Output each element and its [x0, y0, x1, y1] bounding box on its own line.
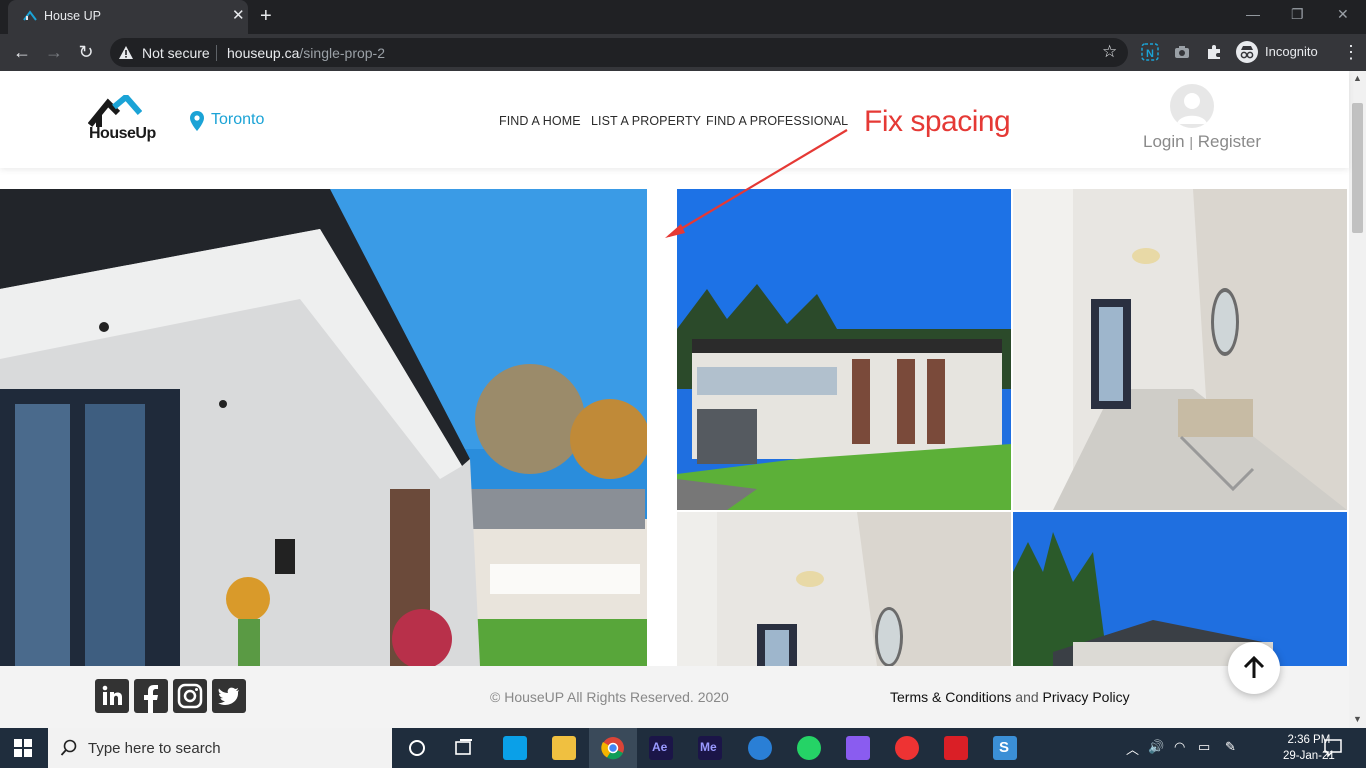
house-side-photo — [1013, 512, 1347, 666]
windows-start-icon[interactable] — [14, 739, 32, 757]
warning-icon — [119, 46, 133, 59]
extensions-puzzle-icon[interactable] — [1204, 42, 1224, 62]
foyer-photo-alt — [677, 512, 1011, 666]
copyright-text: © HouseUP All Rights Reserved. 2020 — [490, 689, 729, 705]
gallery-thumb-3[interactable] — [677, 512, 1011, 666]
svg-text:N: N — [1146, 48, 1154, 60]
chrome-icon[interactable] — [601, 736, 625, 760]
tab-close-icon[interactable]: ✕ — [232, 7, 245, 25]
security-status[interactable]: Not secure — [142, 45, 210, 61]
arrow-up-icon — [1243, 655, 1265, 678]
address-bar[interactable]: Not secure houseup.ca/single-prop-2 ☆ — [110, 38, 1128, 67]
scroll-thumb[interactable] — [1352, 103, 1363, 233]
extension-n-icon[interactable]: N — [1140, 42, 1160, 62]
pen-icon[interactable]: ✎ — [1225, 739, 1236, 755]
logo-text[interactable]: HouseUp — [89, 125, 156, 143]
location-pin-icon — [190, 111, 204, 131]
house-exterior-photo — [0, 189, 647, 666]
tray-expand-icon[interactable]: ︿ — [1126, 739, 1139, 758]
volume-icon[interactable]: 🔊 — [1148, 739, 1164, 755]
tab-title: House UP — [44, 9, 101, 23]
user-avatar[interactable] — [1170, 84, 1214, 128]
reload-icon[interactable]: ↻ — [74, 40, 98, 64]
incognito-label[interactable]: Incognito — [1265, 44, 1318, 59]
incognito-glasses-icon — [1240, 46, 1254, 59]
facebook-glyph — [144, 685, 158, 713]
gallery-thumb-4[interactable] — [1013, 512, 1347, 666]
cortana-icon[interactable] — [405, 736, 429, 760]
terms-link[interactable]: Terms & Conditions — [890, 689, 1011, 705]
windows-taskbar: Type here to search Ae Me S ︿ 🔊 ◠ ▭ ✎ 2:… — [0, 728, 1366, 768]
foyer-photo — [1013, 189, 1347, 510]
and-text: and — [1015, 689, 1039, 705]
forward-icon[interactable]: → — [42, 40, 66, 64]
after-effects-icon[interactable]: Ae — [649, 736, 673, 760]
site-footer: © HouseUP All Rights Reserved. 2020 Term… — [0, 666, 1349, 728]
back-icon[interactable]: ← — [10, 40, 34, 64]
skype-icon[interactable] — [503, 736, 527, 760]
houseup-favicon-icon — [23, 10, 37, 21]
privacy-link[interactable]: Privacy Policy — [1043, 689, 1130, 705]
notification-icon[interactable] — [1323, 738, 1343, 758]
incognito-icon[interactable] — [1236, 41, 1258, 63]
chrome-menu-icon[interactable]: ⋮ — [1342, 41, 1360, 63]
login-link[interactable]: Login — [1143, 132, 1185, 151]
search-icon — [60, 739, 77, 756]
app-icon-red[interactable] — [895, 736, 919, 760]
new-tab-icon[interactable]: + — [260, 5, 272, 27]
legal-links: Terms & Conditions and Privacy Policy — [890, 689, 1130, 705]
browser-tab-strip: House UP ✕ + — ❐ ✕ — [0, 0, 1366, 34]
annotation-arrow — [665, 129, 848, 238]
camera-icon[interactable] — [1172, 42, 1192, 62]
nav-find-a-home[interactable]: FIND A HOME — [499, 114, 581, 128]
instagram-icon[interactable] — [173, 679, 207, 713]
twitter-glyph — [218, 687, 239, 705]
search-placeholder: Type here to search — [88, 740, 221, 757]
minimize-icon[interactable]: — — [1246, 4, 1260, 24]
facebook-icon[interactable] — [134, 679, 168, 713]
media-encoder-icon[interactable]: Me — [698, 736, 722, 760]
gallery-main-photo[interactable] — [0, 189, 647, 666]
browser-toolbar: ← → ↻ Not secure houseup.ca/single-prop-… — [0, 34, 1366, 71]
creative-cloud-icon[interactable] — [944, 736, 968, 760]
url-text: houseup.ca/single-prop-2 — [227, 45, 385, 61]
battery-icon[interactable]: ▭ — [1198, 739, 1210, 755]
restore-icon[interactable]: ❐ — [1291, 4, 1304, 24]
linkedin-icon[interactable] — [95, 679, 129, 713]
twitter-icon[interactable] — [212, 679, 246, 713]
file-explorer-icon[interactable] — [552, 736, 576, 760]
back-to-top-button[interactable] — [1228, 642, 1280, 694]
app-icon-s[interactable]: S — [993, 736, 1017, 760]
gallery-thumb-2[interactable] — [1013, 189, 1347, 510]
houseup-logo-icon[interactable] — [88, 95, 142, 129]
browser-tab[interactable]: House UP ✕ — [8, 0, 248, 34]
url-path: /single-prop-2 — [299, 45, 386, 61]
page-viewport: HouseUp Toronto FIND A HOME LIST A PROPE… — [0, 71, 1366, 728]
bookmark-star-icon[interactable]: ☆ — [1102, 42, 1117, 62]
page-scrollbar[interactable]: ▲ ▼ — [1349, 71, 1366, 728]
scroll-up-arrow-icon[interactable]: ▲ — [1353, 73, 1362, 83]
linkedin-glyph — [102, 685, 122, 705]
account-links: Login | Register — [1143, 132, 1261, 152]
location-selector[interactable]: Toronto — [211, 111, 264, 129]
scroll-down-arrow-icon[interactable]: ▼ — [1353, 714, 1362, 724]
taskbar-search[interactable]: Type here to search — [48, 728, 392, 768]
omnibox-divider — [216, 45, 217, 61]
instagram-glyph — [177, 683, 203, 709]
whatsapp-icon[interactable] — [797, 736, 821, 760]
app-icon-pentagon[interactable] — [846, 736, 870, 760]
close-window-icon[interactable]: ✕ — [1337, 4, 1349, 24]
register-link[interactable]: Register — [1198, 132, 1261, 151]
task-view-icon[interactable] — [452, 736, 476, 760]
wifi-icon[interactable]: ◠ — [1174, 739, 1185, 755]
annotation-label: Fix spacing — [864, 105, 1011, 138]
user-silhouette-icon — [1177, 93, 1207, 124]
account-separator: | — [1189, 134, 1193, 150]
app-icon-blue[interactable] — [748, 736, 772, 760]
url-host: houseup.ca — [227, 45, 300, 61]
